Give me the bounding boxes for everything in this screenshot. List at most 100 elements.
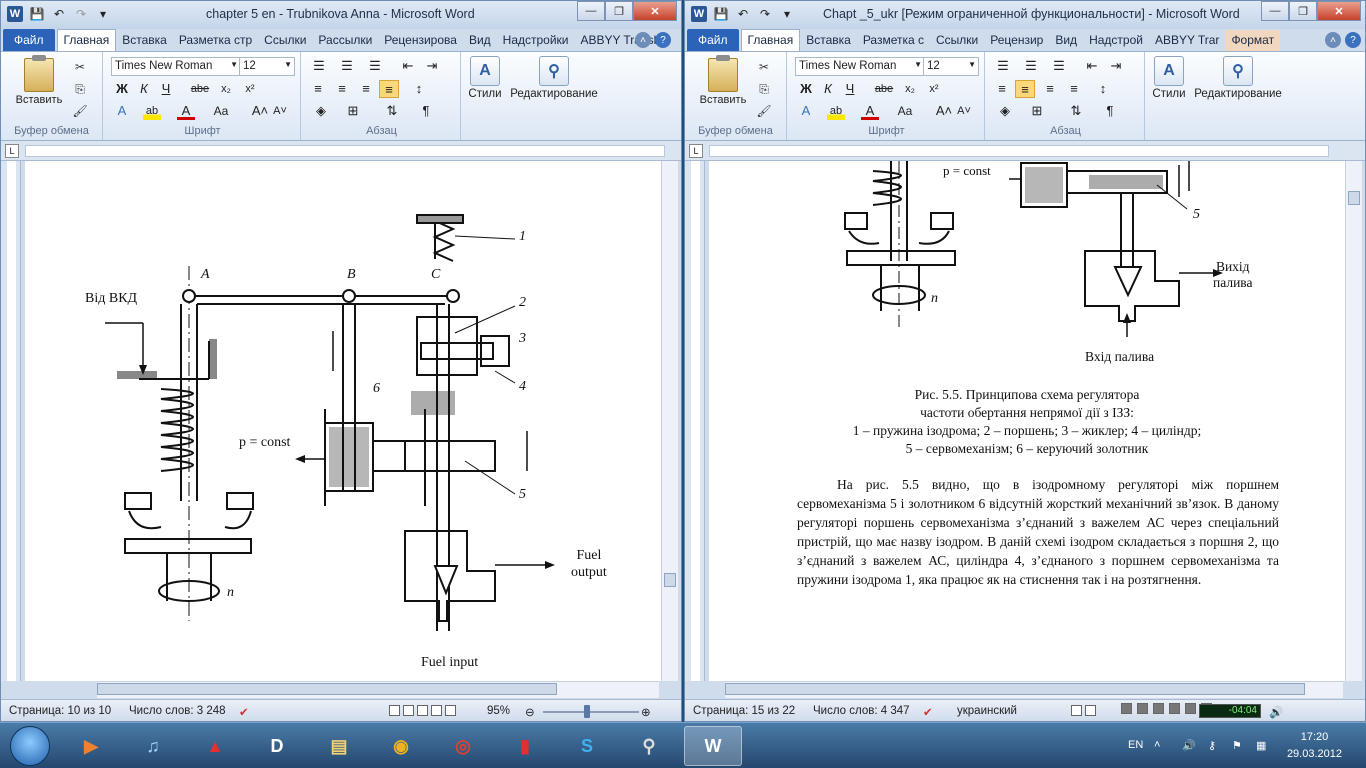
tab-mailings[interactable]: Рассылки <box>312 30 378 51</box>
vertical-scrollbar[interactable] <box>1345 161 1362 681</box>
text-effects-icon[interactable]: A <box>113 102 131 120</box>
highlight-icon[interactable]: ab <box>827 102 845 120</box>
editing-button[interactable]: ⚲ Редактирование <box>509 56 599 100</box>
tab-home[interactable]: Главная <box>56 29 117 51</box>
tab-format[interactable]: Формат <box>1225 30 1281 51</box>
redo-icon[interactable]: ↷ <box>757 6 773 22</box>
vertical-ruler[interactable] <box>685 161 705 681</box>
horizontal-ruler[interactable]: L <box>1 141 681 161</box>
explorer-taskbar-icon[interactable]: ▤ <box>310 726 368 766</box>
decrease-indent-icon[interactable]: ⇤ <box>399 57 417 75</box>
body-paragraph[interactable]: На рис. 5.5 видно, що в ізодромному регу… <box>797 475 1279 589</box>
format-painter-icon[interactable]: 🖌 <box>71 102 89 120</box>
strikethrough-button[interactable]: abe <box>189 80 211 98</box>
cut-icon[interactable]: ✂ <box>755 58 773 76</box>
word-taskbar-icon[interactable]: W <box>684 726 742 766</box>
play-icon[interactable] <box>1121 703 1132 714</box>
show-marks-icon[interactable]: ¶ <box>417 102 435 120</box>
font-name-box[interactable]: Times New Roman ▼ <box>111 57 241 76</box>
justify-icon[interactable]: ≡ <box>1065 80 1083 98</box>
word-count[interactable]: Число слов: 3 248 <box>129 705 226 717</box>
page-count[interactable]: Страница: 15 из 22 <box>693 705 795 717</box>
tab-page-layout[interactable]: Разметка стр <box>173 30 258 51</box>
tab-insert[interactable]: Вставка <box>800 30 857 51</box>
next-icon[interactable] <box>1185 703 1196 714</box>
strikethrough-button[interactable]: abe <box>873 80 895 98</box>
skype-taskbar-icon[interactable]: S <box>558 726 616 766</box>
tab-references[interactable]: Ссылки <box>258 30 312 51</box>
close-button[interactable]: ✕ <box>1317 1 1361 21</box>
increase-indent-icon[interactable]: ⇥ <box>1107 57 1125 75</box>
undo-icon[interactable]: ↶ <box>735 6 751 22</box>
editing-button[interactable]: ⚲ Редактирование <box>1193 56 1283 100</box>
outline-icon[interactable] <box>431 705 442 716</box>
change-case-icon[interactable]: Aa <box>893 102 917 120</box>
help-icon[interactable]: ? <box>1345 32 1361 48</box>
shading-icon[interactable]: ◈ <box>311 102 331 120</box>
multilevel-list-icon[interactable]: ☰ <box>365 57 385 75</box>
italic-button[interactable]: К <box>135 80 153 98</box>
tab-view[interactable]: Вид <box>463 30 497 51</box>
media-player-taskbar-icon[interactable]: ▶ <box>62 726 120 766</box>
security-tray-icon[interactable]: ▦ <box>1256 739 1266 752</box>
highlight-icon[interactable]: ab <box>143 102 161 120</box>
grow-font-icon[interactable]: A˄ <box>935 102 953 120</box>
tab-review[interactable]: Рецензир <box>984 30 1049 51</box>
chevron-down-icon[interactable]: ▼ <box>230 60 238 69</box>
change-case-icon[interactable]: Aa <box>209 102 233 120</box>
full-screen-icon[interactable] <box>1085 705 1096 716</box>
numbering-icon[interactable]: ☰ <box>337 57 357 75</box>
sort-icon[interactable]: ⇅ <box>1067 102 1085 120</box>
sort-icon[interactable]: ⇅ <box>383 102 401 120</box>
show-marks-icon[interactable]: ¶ <box>1101 102 1119 120</box>
zoom-slider[interactable] <box>543 711 639 713</box>
zoom-level[interactable]: 95% <box>487 705 510 717</box>
book-app-taskbar-icon[interactable]: ▮ <box>496 726 554 766</box>
font-size-box[interactable]: 12 ▼ <box>923 57 979 76</box>
clock[interactable]: 17:20 29.03.2012 <box>1287 729 1342 763</box>
document-page[interactable]: Від ВКД A B C 1 2 3 4 5 6 p = const n Fu… <box>25 161 661 681</box>
language-indicator[interactable]: EN <box>1128 739 1143 751</box>
bullets-icon[interactable]: ☰ <box>309 57 329 75</box>
font-color-icon[interactable]: A <box>177 102 195 120</box>
format-painter-icon[interactable]: 🖌 <box>755 102 773 120</box>
word-logo-icon[interactable]: W <box>691 6 707 22</box>
styles-button[interactable]: A Стили <box>1149 56 1189 100</box>
underline-button[interactable]: Ч <box>841 80 859 98</box>
print-layout-icon[interactable] <box>389 705 400 716</box>
help-icon[interactable]: ? <box>655 32 671 48</box>
shading-icon[interactable]: ◈ <box>995 102 1015 120</box>
shrink-font-icon[interactable]: A˅ <box>271 102 289 120</box>
tab-review[interactable]: Рецензирова <box>378 30 463 51</box>
minimize-button[interactable]: — <box>577 1 605 21</box>
tab-selector[interactable]: L <box>689 144 703 158</box>
numbering-icon[interactable]: ☰ <box>1021 57 1041 75</box>
pause-icon[interactable] <box>1137 703 1148 714</box>
volume-tray-icon[interactable]: 🔊 <box>1182 739 1196 752</box>
font-name-box[interactable]: Times New Roman ▼ <box>795 57 925 76</box>
draft-icon[interactable] <box>445 705 456 716</box>
customize-toolbar-icon[interactable]: ▾ <box>95 6 111 22</box>
align-right-icon[interactable]: ≡ <box>357 80 375 98</box>
chevron-down-icon[interactable]: ▼ <box>914 60 922 69</box>
copy-icon[interactable]: ⎘ <box>755 80 773 98</box>
superscript-button[interactable]: x² <box>241 80 259 98</box>
decrease-indent-icon[interactable]: ⇤ <box>1083 57 1101 75</box>
styles-button[interactable]: A Стили <box>465 56 505 100</box>
tab-addins[interactable]: Надстрой <box>1083 30 1149 51</box>
scroll-thumb[interactable] <box>664 573 676 587</box>
align-left-icon[interactable]: ≡ <box>309 80 327 98</box>
chevron-down-icon[interactable]: ▼ <box>284 60 292 69</box>
multilevel-list-icon[interactable]: ☰ <box>1049 57 1069 75</box>
volume-icon[interactable]: 🔊 <box>1269 705 1283 719</box>
text-effects-icon[interactable]: A <box>797 102 815 120</box>
grow-font-icon[interactable]: A˄ <box>251 102 269 120</box>
subscript-button[interactable]: x₂ <box>901 80 919 98</box>
scroll-thumb[interactable] <box>1348 191 1360 205</box>
media-app-taskbar-icon[interactable]: D <box>248 726 306 766</box>
cad-app-taskbar-icon[interactable]: ▲ <box>186 726 244 766</box>
tab-references[interactable]: Ссылки <box>930 30 984 51</box>
bullets-icon[interactable]: ☰ <box>993 57 1013 75</box>
print-layout-icon[interactable] <box>1071 705 1082 716</box>
maximize-button[interactable]: ❐ <box>1289 1 1317 21</box>
